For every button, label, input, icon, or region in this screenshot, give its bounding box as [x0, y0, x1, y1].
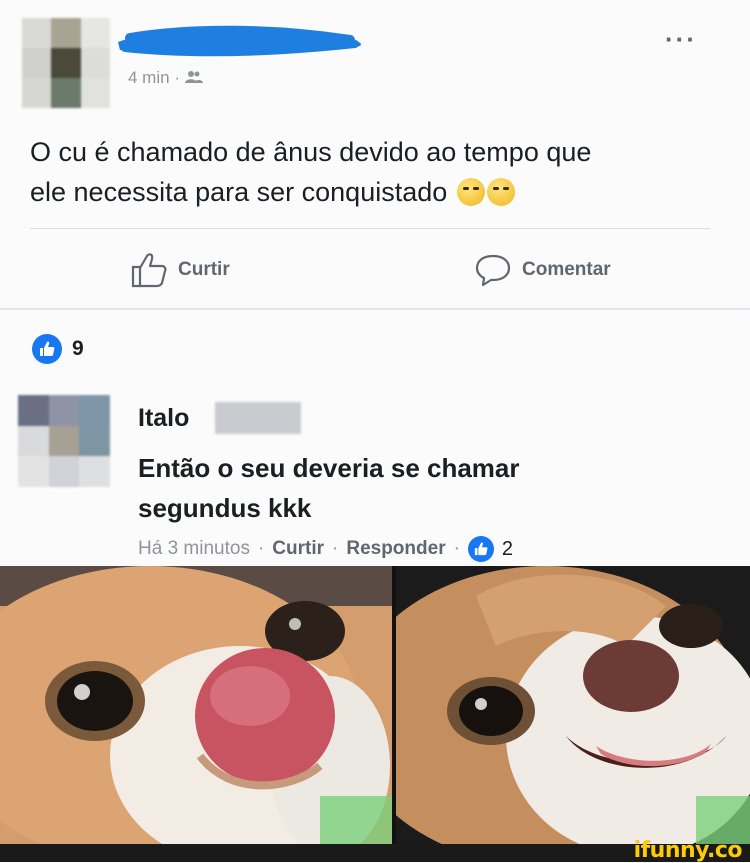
like-button[interactable]: Curtir [130, 242, 230, 298]
post-text-line-2-content: ele necessita para ser conquistado [30, 177, 448, 207]
divider [0, 308, 750, 310]
comment-time[interactable]: Há 3 minutos [138, 538, 250, 560]
comment-button[interactable]: Comentar [474, 242, 611, 298]
ifunny-watermark: ifunny.co [633, 838, 743, 863]
reaction-summary[interactable]: 9 [32, 334, 84, 364]
smirking-emoji-icon [486, 178, 515, 206]
meta-separator: · [453, 538, 460, 559]
dog-licking-photo [0, 566, 392, 844]
post-body: O cu é chamado de ânus devido ao tempo q… [30, 132, 720, 212]
post-text-line-1: O cu é chamado de ânus devido ao tempo q… [30, 137, 592, 167]
laughing-emoji-icon [456, 178, 485, 206]
name-scribble-redaction [118, 25, 361, 57]
comment-meta: Há 3 minutos · Curtir · Responder · 2 [138, 536, 513, 562]
comment-text-line-2: segundus kkk [138, 493, 312, 523]
post-action-bar: Curtir Comentar [0, 242, 750, 298]
divider [30, 228, 710, 229]
post-text-line-2: ele necessita para ser conquistado [30, 172, 720, 212]
thumbs-up-icon [131, 253, 167, 288]
friends-icon [184, 71, 203, 83]
author-avatar[interactable] [22, 18, 110, 108]
post-timestamp[interactable]: 4 min · [128, 68, 203, 88]
comment-reaction-count: 2 [501, 537, 514, 560]
comment-image[interactable] [0, 566, 750, 844]
comment-like-reaction-icon[interactable] [467, 536, 494, 562]
comment-bubble-icon [475, 254, 511, 287]
comment-text-line-1: Então o seu deveria se chamar [138, 453, 520, 483]
commenter-name[interactable]: Italo [138, 404, 189, 433]
comment-button-label: Comentar [522, 259, 611, 280]
meta-separator: · [332, 538, 339, 559]
comment-like-link[interactable]: Curtir [272, 538, 324, 560]
comment-reply-link[interactable]: Responder [346, 538, 445, 560]
comment-body: Então o seu deveria se chamar segundus k… [138, 448, 698, 528]
meta-separator: · [257, 538, 265, 559]
commenter-avatar[interactable] [18, 395, 110, 487]
more-options-button[interactable]: ··· [665, 24, 697, 55]
reaction-count: 9 [72, 337, 84, 360]
dog-smiling-photo [396, 566, 750, 844]
post-time-separator: · [174, 68, 180, 87]
post-time-text: 4 min [128, 68, 170, 87]
like-button-label: Curtir [178, 259, 230, 280]
like-reaction-icon [32, 334, 62, 364]
commenter-surname-redaction [215, 402, 301, 434]
